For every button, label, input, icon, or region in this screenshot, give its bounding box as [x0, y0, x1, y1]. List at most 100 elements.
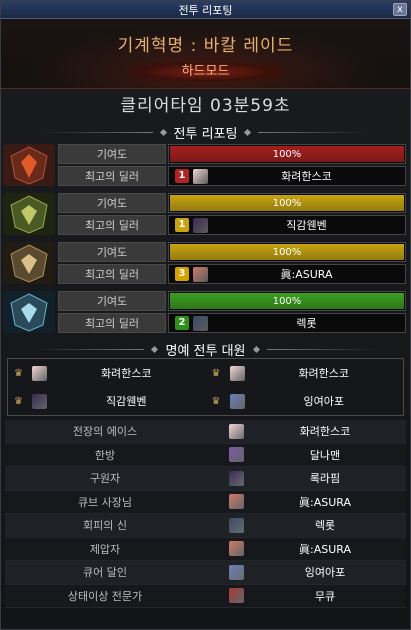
divider: [266, 348, 377, 350]
raid-header: 기계혁명 : 바칼 레이드 하드모드: [1, 19, 410, 89]
contribution-label: 기여도: [58, 242, 166, 262]
character-avatar: [32, 393, 47, 409]
raid-title: 기계혁명 : 바칼 레이드: [117, 36, 294, 56]
honor-member[interactable]: ♛ 직감웬벤: [8, 387, 206, 415]
honor-members-panel: ♛ 화려한스코 ♛ 화려한스코 ♛ 직감웬벤 ♛ 잉여아포: [7, 358, 404, 416]
award-title: 제압자: [89, 542, 121, 556]
contribution-label: 기여도: [58, 193, 166, 213]
divider: [34, 348, 145, 350]
rank-badge: 1: [175, 218, 189, 232]
top-dealer-label: 최고의 딜러: [58, 166, 166, 186]
top-dealer[interactable]: 1 직감웬벤: [168, 215, 406, 235]
difficulty-badge: 하드모드: [130, 62, 281, 82]
character-avatar: [229, 423, 244, 439]
party-emblem-icon: [3, 291, 55, 333]
party-row: 기여도 100% 최고의 딜러 2 렉롯: [3, 291, 406, 337]
award-row[interactable]: 큐어 달인 잉여아포: [5, 561, 406, 585]
character-avatar: [229, 517, 244, 533]
award-row[interactable]: 회피의 신 렉롯: [5, 514, 406, 538]
award-title: 한방: [94, 448, 116, 462]
award-title: 구원자: [89, 472, 121, 486]
award-winner: 무큐: [314, 589, 336, 603]
party-row: 기여도 100% 최고의 딜러 3 眞:ASURA: [3, 242, 406, 288]
award-winner: 眞:ASURA: [299, 495, 351, 509]
divider: [258, 131, 369, 133]
honor-heading: 명예 전투 대원: [1, 340, 410, 359]
member-name: 잉여아포: [303, 395, 344, 408]
diamond-icon: [252, 345, 260, 353]
contribution-value: 100%: [272, 197, 302, 209]
award-title: 상태이상 전문가: [67, 589, 143, 603]
character-avatar: [193, 315, 208, 331]
honor-member[interactable]: ♛ 잉여아포: [206, 387, 404, 415]
character-avatar: [193, 217, 208, 233]
member-name: 화려한스코: [100, 367, 152, 380]
awards-list: 전장의 에이스 화려한스코 한방 달나맨 구원자 록라핌 큐브 사장님 眞:ASURA …: [5, 420, 406, 608]
top-dealer-label: 최고의 딜러: [58, 215, 166, 235]
character-avatar: [229, 470, 244, 486]
award-row[interactable]: 구원자 록라핌: [5, 467, 406, 491]
party-row: 기여도 100% 최고의 딜러 1 직감웬벤: [3, 193, 406, 239]
diamond-icon: [151, 345, 159, 353]
character-avatar: [193, 168, 208, 184]
award-winner: 화려한스코: [299, 425, 351, 439]
battle-report-heading: 전투 리포팅: [1, 123, 410, 142]
character-avatar: [229, 494, 244, 510]
party-emblem-icon: [3, 242, 55, 284]
dealer-name: 화려한스코: [281, 170, 332, 183]
top-dealer[interactable]: 3 眞:ASURA: [168, 264, 406, 284]
contribution-bar: 100%: [168, 144, 406, 164]
award-row[interactable]: 한방 달나맨: [5, 443, 406, 467]
top-dealer-label: 최고의 딜러: [58, 264, 166, 284]
award-row[interactable]: 상태이상 전문가 무큐: [5, 584, 406, 608]
character-avatar: [193, 266, 208, 282]
rank-badge: 2: [175, 316, 189, 330]
top-dealer[interactable]: 1 화려한스코: [168, 166, 406, 186]
crown-icon: ♛: [14, 367, 23, 379]
award-winner: 록라핌: [309, 472, 341, 486]
award-winner: 달나맨: [309, 448, 341, 462]
award-row[interactable]: 제압자 眞:ASURA: [5, 537, 406, 561]
title-bar[interactable]: 전투 리포팅 x: [1, 1, 410, 19]
party-list: 기여도 100% 최고의 딜러 1 화려한스코 기여도 100% 최고의 딜러 …: [1, 144, 410, 337]
character-avatar: [229, 365, 245, 381]
dealer-name: 렉롯: [296, 317, 317, 330]
honor-member[interactable]: ♛ 화려한스코: [206, 359, 404, 387]
contribution-value: 100%: [272, 295, 302, 307]
rank-badge: 1: [175, 169, 189, 183]
clear-time: 클리어타임 03분59초: [1, 89, 410, 123]
award-title: 큐어 달인: [83, 566, 127, 580]
member-name: 직감웬벤: [106, 395, 147, 408]
party-row: 기여도 100% 최고의 딜러 1 화려한스코: [3, 144, 406, 190]
contribution-label: 기여도: [58, 144, 166, 164]
member-name: 화려한스코: [298, 367, 350, 380]
party-emblem-icon: [3, 144, 55, 186]
character-avatar: [229, 393, 245, 409]
character-avatar: [32, 365, 47, 381]
contribution-bar: 100%: [168, 242, 406, 262]
contribution-bar: 100%: [168, 291, 406, 311]
award-winner: 렉롯: [314, 519, 336, 533]
award-title: 전장의 에이스: [72, 425, 138, 439]
award-row[interactable]: 큐브 사장님 眞:ASURA: [5, 490, 406, 514]
character-avatar: [229, 588, 244, 604]
award-row[interactable]: 전장의 에이스 화려한스코: [5, 420, 406, 444]
section-label: 전투 리포팅: [173, 126, 238, 142]
contribution-value: 100%: [272, 246, 302, 258]
award-winner: 眞:ASURA: [299, 542, 351, 556]
crown-icon: ♛: [211, 395, 221, 407]
contribution-value: 100%: [272, 148, 302, 160]
top-dealer-label: 최고의 딜러: [58, 313, 166, 333]
battle-report-window: 전투 리포팅 x 기계혁명 : 바칼 레이드 하드모드 클리어타임 03분59초…: [0, 0, 411, 630]
party-emblem-icon: [3, 193, 55, 235]
contribution-bar: 100%: [168, 193, 406, 213]
character-avatar: [229, 541, 244, 557]
diamond-icon: [244, 128, 252, 136]
close-button[interactable]: x: [393, 3, 407, 16]
crown-icon: ♛: [14, 395, 23, 407]
contribution-label: 기여도: [58, 291, 166, 311]
section-label: 명예 전투 대원: [165, 343, 246, 359]
honor-member[interactable]: ♛ 화려한스코: [8, 359, 206, 387]
divider: [42, 131, 153, 133]
top-dealer[interactable]: 2 렉롯: [168, 313, 406, 333]
